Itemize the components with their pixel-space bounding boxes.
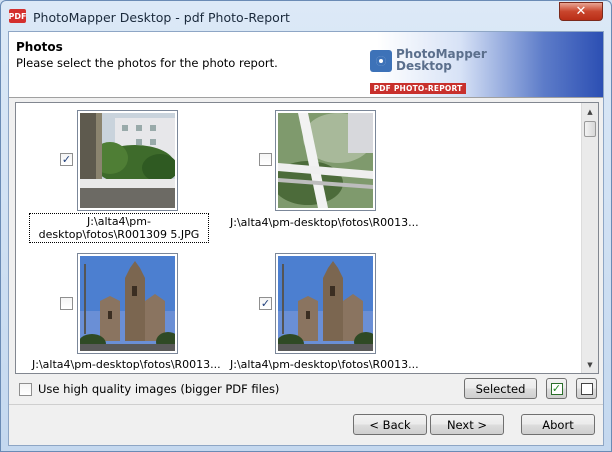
scrollbar-thumb[interactable] bbox=[584, 121, 596, 137]
pdf-app-icon: PDF bbox=[9, 9, 26, 23]
photo-checkbox[interactable] bbox=[259, 153, 272, 166]
window-title: PhotoMapper Desktop - pdf Photo-Report bbox=[33, 10, 290, 25]
photo-path-label[interactable]: J:\alta4\pm-desktop\fotos\R0013... bbox=[230, 216, 419, 229]
photo-thumbnail[interactable] bbox=[77, 110, 178, 211]
back-button[interactable]: < Back bbox=[353, 414, 427, 435]
next-button[interactable]: Next > bbox=[430, 414, 504, 435]
check-all-icon: ✓ bbox=[550, 381, 563, 395]
uncheck-all-icon bbox=[580, 382, 593, 395]
select-none-button[interactable] bbox=[576, 378, 597, 399]
app-window: PDF PhotoMapper Desktop - pdf Photo-Repo… bbox=[0, 0, 612, 452]
scroll-down-icon[interactable]: ▼ bbox=[582, 356, 598, 373]
photo-thumbnail[interactable] bbox=[275, 253, 376, 354]
photo-image bbox=[80, 113, 175, 208]
select-all-button[interactable]: ✓ bbox=[546, 378, 567, 399]
photo-checkbox[interactable] bbox=[60, 297, 73, 310]
photo-image bbox=[278, 256, 373, 351]
dialog-client-area: Photos Please select the photos for the … bbox=[8, 31, 604, 446]
selected-filter-button[interactable]: Selected bbox=[464, 378, 537, 399]
high-quality-label: Use high quality images (bigger PDF file… bbox=[38, 382, 280, 396]
photo-thumbnail[interactable] bbox=[77, 253, 178, 354]
abort-button[interactable]: Abort bbox=[521, 414, 595, 435]
photo-list[interactable]: ✓ J:\alta4\pm-desktop\fotos\R001309 5.JP… bbox=[15, 102, 599, 374]
photo-image bbox=[80, 256, 175, 351]
vertical-scrollbar[interactable]: ▲ ▼ bbox=[581, 103, 598, 373]
photo-checkbox[interactable]: ✓ bbox=[60, 153, 73, 166]
scroll-up-icon[interactable]: ▲ bbox=[582, 103, 598, 120]
photo-checkbox[interactable]: ✓ bbox=[259, 297, 272, 310]
photo-thumbnail[interactable] bbox=[275, 110, 376, 211]
wizard-header: Photos Please select the photos for the … bbox=[9, 32, 603, 98]
page-title: Photos bbox=[16, 40, 63, 54]
camera-logo-icon bbox=[370, 50, 392, 72]
title-bar[interactable]: PDF PhotoMapper Desktop - pdf Photo-Repo… bbox=[1, 1, 611, 31]
page-subtitle: Please select the photos for the photo r… bbox=[16, 56, 278, 70]
photo-image bbox=[278, 113, 373, 208]
divider bbox=[9, 404, 603, 405]
logo-name-line2: Desktop bbox=[396, 59, 452, 73]
photo-path-label[interactable]: J:\alta4\pm-desktop\fotos\R0013... bbox=[230, 358, 419, 371]
high-quality-checkbox[interactable] bbox=[19, 382, 32, 396]
photomapper-logo: PhotoMapper Desktop PDF PHOTO-REPORT bbox=[370, 47, 487, 97]
photo-path-label[interactable]: J:\alta4\pm-desktop\fotos\R001309 5.JPG bbox=[29, 213, 209, 243]
logo-name: PhotoMapper Desktop bbox=[396, 48, 487, 72]
logo-badge: PDF PHOTO-REPORT bbox=[370, 83, 466, 94]
high-quality-option[interactable]: Use high quality images (bigger PDF file… bbox=[19, 382, 279, 396]
close-button[interactable]: ✕ bbox=[559, 2, 603, 21]
photo-path-label[interactable]: J:\alta4\pm-desktop\fotos\R0013... bbox=[32, 358, 221, 371]
